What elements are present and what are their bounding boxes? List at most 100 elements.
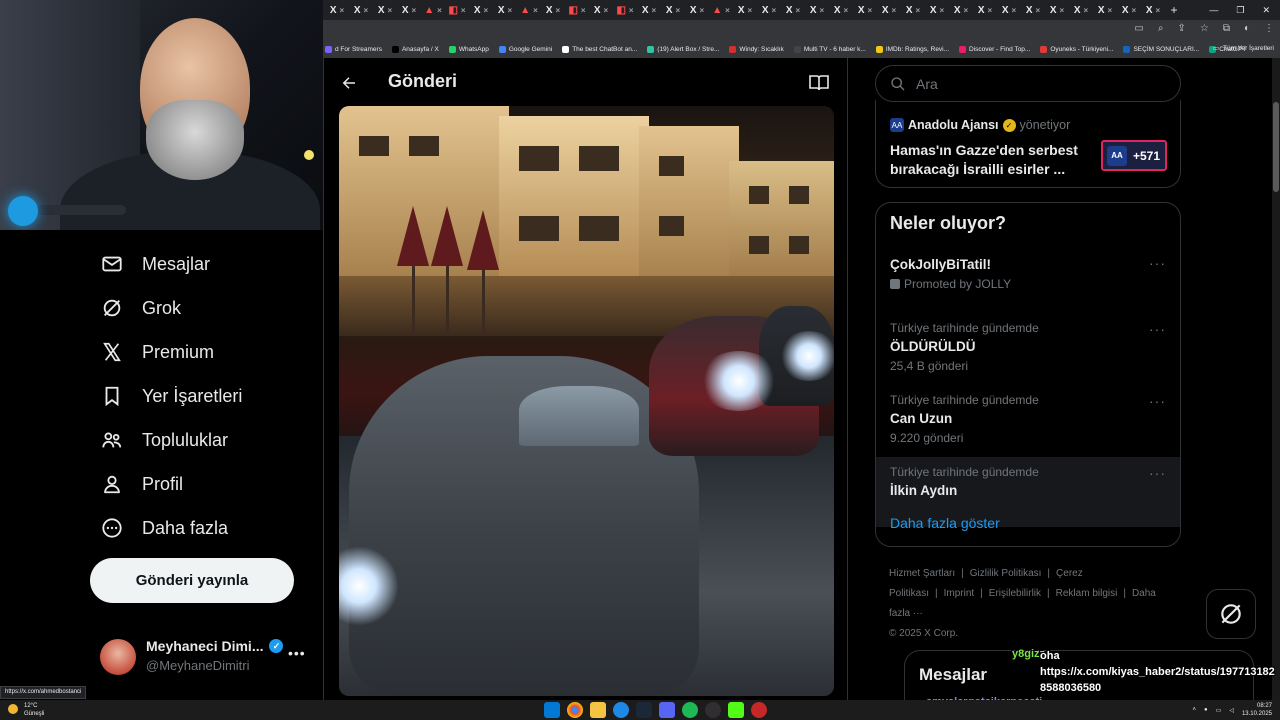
- bookmark-item[interactable]: The best ChatBot an...: [562, 45, 637, 53]
- app-icon[interactable]: [751, 702, 767, 718]
- close-icon[interactable]: ×: [508, 6, 513, 15]
- close-icon[interactable]: ×: [1132, 6, 1137, 15]
- grok-fab-button[interactable]: [1206, 589, 1256, 639]
- bookmark-item[interactable]: (19) Alert Box / Stre...: [647, 45, 719, 53]
- new-tab-button[interactable]: +: [1165, 0, 1183, 20]
- browser-tab[interactable]: X ×: [877, 0, 901, 20]
- browser-tab[interactable]: X ×: [829, 0, 853, 20]
- close-icon[interactable]: ×: [1012, 6, 1017, 15]
- close-icon[interactable]: ×: [868, 6, 873, 15]
- close-icon[interactable]: ×: [652, 6, 657, 15]
- account-switcher[interactable]: Meyhaneci Dimi... ✓ @MeyhaneDimitri •••: [100, 635, 310, 681]
- close-icon[interactable]: ×: [1084, 6, 1089, 15]
- post-photo[interactable]: [339, 106, 834, 696]
- bookmark-item[interactable]: Discover - Find Top...: [959, 45, 1030, 53]
- nav-item-topluluklar[interactable]: Topluluklar: [100, 420, 228, 460]
- chrome-icon[interactable]: [567, 702, 583, 718]
- volume-icon[interactable]: ◁: [1229, 707, 1234, 714]
- all-bookmarks-button[interactable]: ▭ Tüm Yer İşaretleri: [1213, 44, 1274, 53]
- search-input[interactable]: [916, 75, 1156, 92]
- nav-item-daha-fazla[interactable]: Daha fazla: [100, 508, 228, 548]
- footer-link[interactable]: Gizlilik Politikası: [970, 568, 1042, 579]
- show-more-link[interactable]: Daha fazla göster: [890, 515, 1000, 531]
- minimize-icon[interactable]: —: [1209, 5, 1218, 15]
- browser-tab[interactable]: X ×: [1093, 0, 1117, 20]
- nav-item-premium[interactable]: Premium: [100, 332, 214, 372]
- start-icon[interactable]: [544, 702, 560, 718]
- close-icon[interactable]: ×: [916, 6, 921, 15]
- news-headline[interactable]: Hamas'ın Gazze'den serbest bırakacağı İs…: [890, 141, 1090, 179]
- bookmark-item[interactable]: d For Streamers: [325, 45, 382, 53]
- trend-item[interactable]: Türkiye tarihinde gündemde Can Uzun 9.220 …: [876, 385, 1180, 455]
- browser-tab[interactable]: X ×: [781, 0, 805, 20]
- menu-icon[interactable]: ⋮: [1264, 23, 1274, 34]
- close-icon[interactable]: ×: [629, 6, 634, 15]
- close-icon[interactable]: ×: [1036, 6, 1041, 15]
- browser-tab[interactable]: X ×: [853, 0, 877, 20]
- browser-tab[interactable]: X ×: [733, 0, 757, 20]
- bookmark-item[interactable]: Anasayfa / X: [391, 45, 439, 53]
- zoom-icon[interactable]: ⌕: [1158, 23, 1164, 34]
- bookmark-item[interactable]: Google Gemini: [498, 45, 552, 53]
- bookmark-item[interactable]: SEÇİM SONUÇLARI...: [1123, 45, 1199, 53]
- network-icon[interactable]: ▭: [1216, 707, 1222, 714]
- close-icon[interactable]: ×: [461, 6, 466, 15]
- news-badge[interactable]: AA +571: [1101, 140, 1167, 171]
- nav-item-grok[interactable]: Grok: [100, 288, 181, 328]
- close-icon[interactable]: ×: [748, 6, 753, 15]
- close-icon[interactable]: ×: [1060, 6, 1065, 15]
- close-icon[interactable]: ×: [988, 6, 993, 15]
- browser-tab[interactable]: ◧ ×: [613, 0, 637, 20]
- browser-tab[interactable]: ◧ ×: [445, 0, 469, 20]
- kick-icon[interactable]: [728, 702, 744, 718]
- close-icon[interactable]: ×: [604, 6, 609, 15]
- browser-tab[interactable]: X ×: [325, 0, 349, 20]
- close-icon[interactable]: ×: [700, 6, 705, 15]
- bookmark-item[interactable]: Windy: Sıcaklık: [729, 45, 784, 53]
- post-button[interactable]: Gönderi yayınla: [90, 558, 294, 603]
- bookmark-item[interactable]: WhatsApp: [448, 45, 489, 53]
- share-icon[interactable]: ⇪: [1177, 23, 1185, 34]
- close-icon[interactable]: ×: [964, 6, 969, 15]
- close-icon[interactable]: ×: [940, 6, 945, 15]
- trend-item[interactable]: ÇokJollyBiTatil! Promoted by JOLLY ···: [876, 247, 1180, 317]
- spotify-icon[interactable]: [682, 702, 698, 718]
- browser-tab[interactable]: X ×: [661, 0, 685, 20]
- steam-icon[interactable]: [636, 702, 652, 718]
- close-icon[interactable]: ×: [772, 6, 777, 15]
- close-icon[interactable]: ×: [796, 6, 801, 15]
- browser-tab[interactable]: ▲ ×: [421, 0, 445, 20]
- nav-item-profil[interactable]: Profil: [100, 464, 183, 504]
- browser-tab[interactable]: X ×: [1141, 0, 1165, 20]
- trend-more-icon[interactable]: ···: [1149, 255, 1166, 271]
- browser-tab[interactable]: ▲ ×: [709, 0, 733, 20]
- footer-link[interactable]: Hizmet Şartları: [889, 568, 955, 579]
- close-icon[interactable]: ×: [1156, 6, 1161, 15]
- account-more-icon[interactable]: •••: [288, 645, 306, 661]
- trend-item[interactable]: Türkiye tarihinde gündemde ÖLDÜRÜLDÜ 25,4 …: [876, 313, 1180, 383]
- chevron-up-icon[interactable]: ˄: [1193, 707, 1197, 713]
- back-arrow-icon[interactable]: [338, 72, 360, 94]
- browser-tab[interactable]: X ×: [1117, 0, 1141, 20]
- close-icon[interactable]: ×: [725, 6, 730, 15]
- bookmark-item[interactable]: IMDb: Ratings, Revi...: [875, 45, 949, 53]
- browser-tab[interactable]: X ×: [805, 0, 829, 20]
- browser-tab[interactable]: X ×: [1021, 0, 1045, 20]
- browser-tab[interactable]: X ×: [901, 0, 925, 20]
- trend-more-icon[interactable]: ···: [1149, 393, 1166, 409]
- browser-tab[interactable]: X ×: [541, 0, 565, 20]
- browser-tab[interactable]: X ×: [997, 0, 1021, 20]
- weather-widget[interactable]: 12°C Güneşli: [8, 702, 44, 718]
- close-icon[interactable]: ×: [1108, 6, 1113, 15]
- browser-tab[interactable]: X ×: [349, 0, 373, 20]
- cast-icon[interactable]: ▭: [1134, 23, 1143, 34]
- browser-tab[interactable]: X ×: [589, 0, 613, 20]
- trend-more-icon[interactable]: ···: [1149, 321, 1166, 337]
- footer-link[interactable]: Erişilebilirlik: [989, 588, 1041, 599]
- close-icon[interactable]: ×: [533, 6, 538, 15]
- browser-tab[interactable]: X ×: [493, 0, 517, 20]
- close-icon[interactable]: ×: [364, 6, 369, 15]
- nav-item-yer-i-aretleri[interactable]: Yer İşaretleri: [100, 376, 242, 416]
- close-icon[interactable]: ×: [820, 6, 825, 15]
- browser-tab[interactable]: ◧ ×: [565, 0, 589, 20]
